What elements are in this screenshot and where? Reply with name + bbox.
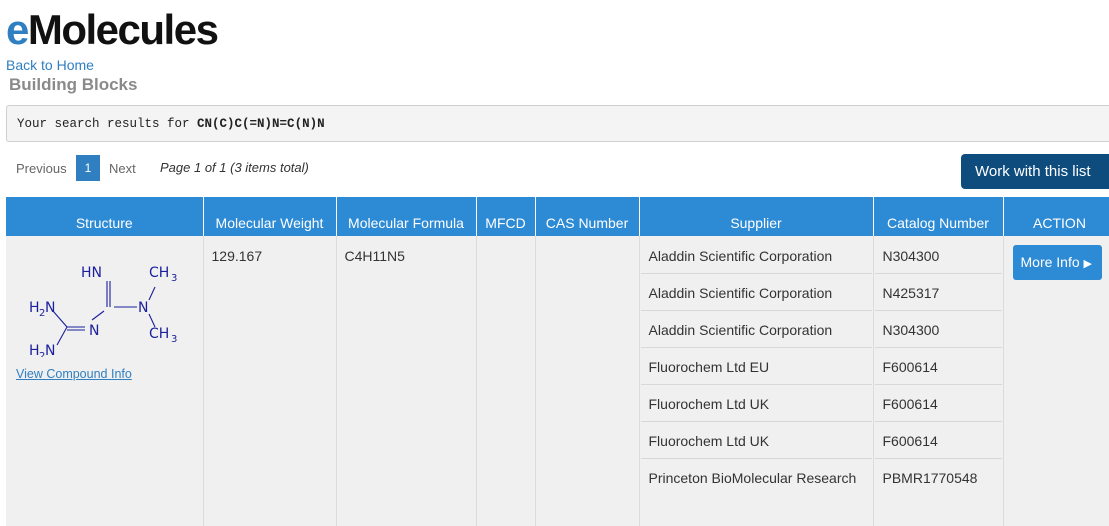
table-row: HN CH 3 N N CH 3 H 2 N H 2 N View Compou… <box>6 236 1109 526</box>
catalog-number: F600614 <box>874 348 1002 385</box>
col-mfcd[interactable]: MFCD <box>476 197 536 236</box>
catalog-number: F600614 <box>874 385 1002 422</box>
col-molecular-formula[interactable]: Molecular Formula <box>336 197 477 236</box>
molecular-weight-cell: 129.167 <box>203 236 337 526</box>
results-table: Structure Molecular Weight Molecular For… <box>6 197 1109 526</box>
supplier-name: Aladdin Scientific Corporation <box>640 311 872 348</box>
search-prefix: Your search results for <box>17 117 190 131</box>
supplier-name: Fluorochem Ltd UK <box>640 422 872 459</box>
page-info: Page 1 of 1 (3 items total) <box>160 160 309 175</box>
catalog-number: N425317 <box>874 274 1002 311</box>
catalog-number: N304300 <box>874 311 1002 348</box>
svg-text:HN: HN <box>81 265 102 281</box>
svg-text:N: N <box>45 300 55 316</box>
previous-page-button[interactable]: Previous <box>16 161 67 176</box>
svg-text:CH: CH <box>149 265 169 281</box>
col-supplier[interactable]: Supplier <box>639 197 874 236</box>
more-info-button[interactable]: More Info ▶ <box>1012 245 1102 280</box>
next-page-button[interactable]: Next <box>109 161 136 176</box>
play-arrow-icon: ▶ <box>1083 258 1092 270</box>
catalog-number-cell: N304300 N425317 N304300 F600614 F600614 … <box>873 236 1004 526</box>
table-header-row: Structure Molecular Weight Molecular For… <box>6 197 1109 236</box>
catalog-number: F600614 <box>874 422 1002 459</box>
col-structure[interactable]: Structure <box>6 197 204 236</box>
molecular-formula-cell: C4H11N5 <box>336 236 477 526</box>
page-1-button[interactable]: 1 <box>76 155 100 181</box>
action-cell: More Info ▶ <box>1003 236 1109 526</box>
section-title: Building Blocks <box>9 75 138 94</box>
search-summary: Your search results for CN(C)C(=N)N=C(N)… <box>6 105 1109 142</box>
supplier-name: Aladdin Scientific Corporation <box>640 274 872 311</box>
cas-number-cell <box>535 236 640 526</box>
back-to-home-link[interactable]: Back to Home <box>6 57 94 73</box>
supplier-name: Princeton BioMolecular Research <box>648 470 857 486</box>
mfcd-cell <box>476 236 536 526</box>
structure-image[interactable]: HN CH 3 N N CH 3 H 2 N H 2 N <box>15 247 195 357</box>
svg-text:H: H <box>29 300 40 316</box>
svg-text:N: N <box>89 323 99 339</box>
supplier-name: Fluorochem Ltd EU <box>640 348 872 385</box>
svg-text:N: N <box>138 300 148 316</box>
supplier-name: Fluorochem Ltd UK <box>640 385 872 422</box>
svg-text:3: 3 <box>171 334 177 345</box>
catalog-number: PBMR1770548 <box>882 470 978 486</box>
col-catalog-number[interactable]: Catalog Number <box>873 197 1004 236</box>
svg-text:CH: CH <box>149 326 169 342</box>
search-query: CN(C)C(=N)N=C(N)N <box>197 117 325 131</box>
structure-cell: HN CH 3 N N CH 3 H 2 N H 2 N View Compou… <box>6 236 204 526</box>
col-cas-number[interactable]: CAS Number <box>535 197 640 236</box>
svg-text:H: H <box>29 343 40 357</box>
svg-text:3: 3 <box>171 273 177 284</box>
emolecules-logo[interactable]: eMolecules <box>6 6 219 54</box>
work-with-list-button[interactable]: Work with this list <box>961 154 1109 189</box>
col-molecular-weight[interactable]: Molecular Weight <box>203 197 337 236</box>
supplier-cell: Aladdin Scientific Corporation Aladdin S… <box>639 236 874 526</box>
col-action: ACTION <box>1003 197 1109 236</box>
catalog-number: N304300 <box>874 237 1002 274</box>
view-compound-info-link[interactable]: View Compound Info <box>16 367 202 381</box>
supplier-name: Aladdin Scientific Corporation <box>640 237 872 274</box>
svg-text:N: N <box>45 343 55 357</box>
